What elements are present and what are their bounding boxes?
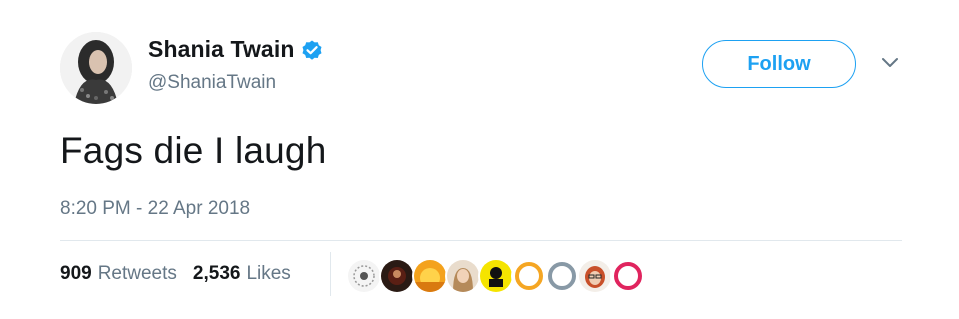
liker-avatar-6[interactable] — [511, 258, 547, 294]
tweet-card: Shania Twain @ShaniaTwain Follow Fags di… — [0, 0, 959, 319]
author-handle[interactable]: @ShaniaTwain — [148, 72, 276, 94]
follow-button[interactable]: Follow — [702, 40, 856, 88]
author-display-name[interactable]: Shania Twain — [148, 36, 294, 63]
verified-badge-icon — [300, 38, 324, 62]
liker-avatar-2[interactable] — [379, 258, 415, 294]
liker-avatar-7[interactable] — [544, 258, 580, 294]
likes-count: 2,536 — [192, 263, 241, 284]
liker-avatar-8[interactable] — [577, 258, 613, 294]
stats-separator — [330, 252, 331, 296]
tweet-stats: 909 Retweets 2,536 Likes — [60, 263, 291, 285]
liker-avatar-3[interactable] — [412, 258, 448, 294]
liker-avatar-4[interactable] — [445, 258, 481, 294]
chevron-down-icon[interactable] — [880, 56, 900, 70]
likes-stat[interactable]: 2,536 Likes — [193, 263, 291, 285]
liker-avatar-1[interactable] — [346, 258, 382, 294]
likes-label: Likes — [246, 263, 291, 284]
retweets-label: Retweets — [97, 263, 177, 284]
liker-avatar-5[interactable] — [478, 258, 514, 294]
author-name-row[interactable]: Shania Twain — [148, 36, 324, 63]
retweets-count: 909 — [60, 263, 92, 284]
retweets-stat[interactable]: 909 Retweets — [60, 263, 177, 285]
likers-avatars[interactable] — [346, 258, 646, 294]
tweet-timestamp[interactable]: 8:20 PM - 22 Apr 2018 — [60, 198, 250, 220]
liker-avatar-9[interactable] — [610, 258, 646, 294]
divider — [60, 240, 902, 241]
tweet-text: Fags die I laugh — [60, 130, 327, 171]
author-avatar[interactable] — [60, 32, 132, 104]
